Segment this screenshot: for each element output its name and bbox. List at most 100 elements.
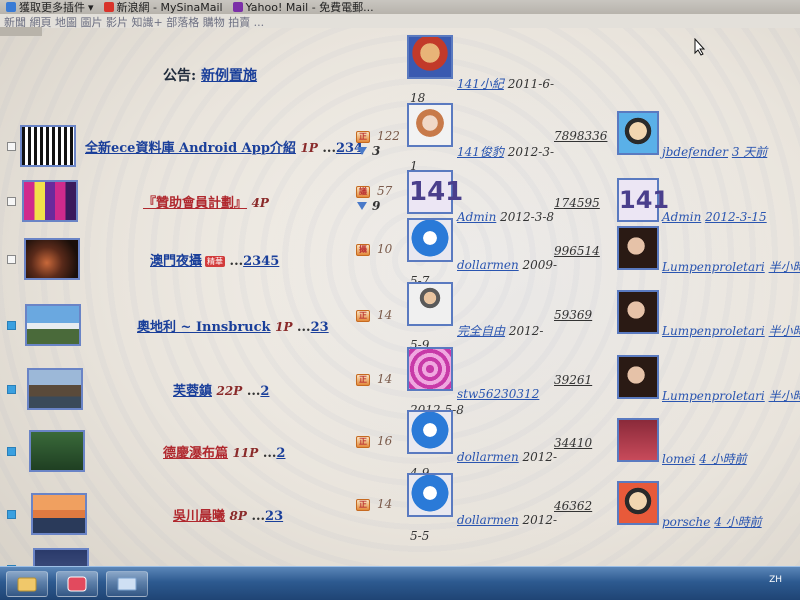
author-link[interactable]: dollarmen <box>457 450 519 464</box>
last-poster-link[interactable]: Lumpenproletari <box>662 389 765 403</box>
reply-view-stats: 7898336 <box>554 129 607 143</box>
row-checkbox[interactable] <box>7 510 16 519</box>
last-post-time[interactable]: 半小時前 <box>769 324 800 338</box>
bookmark-get-addons[interactable]: 獲取更多插件 ▾ <box>6 0 94 15</box>
thread-type-icon: 正 <box>356 310 370 322</box>
author-link[interactable]: dollarmen <box>457 513 519 527</box>
last-poster-avatar[interactable] <box>617 418 659 462</box>
page-links[interactable]: 2 <box>260 384 269 399</box>
last-poster-avatar[interactable] <box>617 481 659 525</box>
thread-title: 奧地利 ~ Innsbruck 1P ...23 <box>137 316 329 335</box>
reply-count: 996514 <box>554 244 600 258</box>
thread-thumbnail[interactable] <box>25 304 82 346</box>
bookmark-yahoo-mail[interactable]: Yahoo! Mail - 免費電郵... <box>232 0 374 15</box>
thread-title: 德慶瀑布篇 11P ...2 <box>163 442 285 461</box>
thread-title-link[interactable]: 澳門夜攝 <box>150 254 202 269</box>
last-poster-avatar[interactable] <box>617 355 659 399</box>
thread-thumbnail[interactable] <box>20 125 76 167</box>
thread-type-icon: 議 <box>356 186 370 198</box>
last-poster-link[interactable]: jbdefender <box>662 145 728 159</box>
reply-view-stats: 46362 <box>554 499 592 513</box>
reply-count: 174595 <box>554 196 600 210</box>
author-link[interactable]: Admin <box>457 210 496 224</box>
search-nav-strip[interactable]: 新聞 網頁 地圖 圖片 影片 知識+ 部落格 購物 拍賣 ... <box>0 14 800 28</box>
page-count: 4P <box>251 196 269 210</box>
author-link[interactable]: dollarmen <box>457 258 519 272</box>
row-checkbox[interactable] <box>7 255 16 264</box>
author-meta: 141小紀 2011-6- <box>457 75 554 92</box>
last-poster-link[interactable]: Admin <box>662 210 701 224</box>
thread-thumbnail[interactable] <box>29 430 85 472</box>
taskbar-language[interactable]: ZH <box>769 575 782 585</box>
last-poster-avatar[interactable] <box>617 226 659 270</box>
row-checkbox[interactable] <box>7 197 16 206</box>
taskbar-window-button[interactable] <box>106 571 148 597</box>
last-poster-avatar[interactable]: 141 <box>617 178 669 222</box>
thread-title: 全新ece資料庫 Android App介紹 1P ...234 <box>85 137 363 156</box>
thread-title-link[interactable]: 德慶瀑布篇 <box>163 446 228 461</box>
thread-title-link[interactable]: 全新ece資料庫 Android App介紹 <box>85 141 296 156</box>
row-checkbox[interactable] <box>7 447 16 456</box>
thread-type-icon: 正 <box>356 499 370 511</box>
view-count: 10 <box>377 242 393 256</box>
thread-type-icon: 正 <box>356 374 370 386</box>
page-links[interactable]: 2345 <box>243 254 279 269</box>
last-poster-link[interactable]: Lumpenproletari <box>662 324 765 338</box>
last-post-time[interactable]: 半小時前 <box>769 389 800 403</box>
thread-thumbnail[interactable] <box>23 238 80 280</box>
page-links[interactable]: 2 <box>276 446 285 461</box>
page-ellipsis: ... <box>322 141 336 156</box>
author-meta: stw56230312 <box>457 387 539 401</box>
page-ellipsis: ... <box>251 509 266 524</box>
author-avatar[interactable] <box>407 473 453 517</box>
thread-title-link[interactable]: 『贊助會員計劃』 <box>143 196 247 211</box>
thread-thumbnail[interactable] <box>21 180 78 222</box>
page-ellipsis: ... <box>297 320 311 335</box>
author-avatar[interactable] <box>407 282 453 326</box>
last-post-meta: Lumpenproletari 半小時前 <box>662 322 800 339</box>
bookmark-sina-mail[interactable]: 新浪網 - MySinaMail <box>103 0 223 15</box>
thread-title-link[interactable]: 吳川晨曦 <box>173 509 225 524</box>
announcement-link[interactable]: 新例置施 <box>201 68 257 84</box>
view-count: 14 <box>377 372 393 386</box>
post-date: 2012- <box>508 324 544 338</box>
thread-title-link[interactable]: 芙蓉鎮 <box>173 384 212 399</box>
author-avatar[interactable] <box>407 410 453 454</box>
author-link[interactable]: stw56230312 <box>457 387 539 401</box>
last-post-time[interactable]: 2012-3-15 <box>705 210 767 224</box>
post-date-continued: 5-5 <box>410 529 430 543</box>
last-poster-link[interactable]: Lumpenproletari <box>662 260 765 274</box>
last-post-time[interactable]: 4 小時前 <box>699 452 746 466</box>
taskbar-explorer-button[interactable] <box>6 571 48 597</box>
last-poster-avatar[interactable] <box>617 111 659 155</box>
author-link[interactable]: 141俊豹 <box>457 145 504 159</box>
thread-type-icon: 攝 <box>356 244 370 256</box>
post-date: 2012-3-8 <box>500 210 555 224</box>
page-links[interactable]: 23 <box>311 320 329 335</box>
row-checkbox[interactable] <box>7 321 16 330</box>
last-poster-avatar[interactable] <box>617 290 659 334</box>
author-link[interactable]: 完全自由 <box>457 324 505 338</box>
taskbar-app-button[interactable] <box>56 571 98 597</box>
last-post-time[interactable]: 半小時前 <box>769 260 800 274</box>
thread-title-link[interactable]: 奧地利 ~ Innsbruck <box>137 320 271 335</box>
last-poster-link[interactable]: porsche <box>662 515 710 529</box>
thread-thumbnail[interactable] <box>30 493 87 535</box>
reply-view-stats: 996514 <box>554 244 600 258</box>
page-links[interactable]: 23 <box>265 509 283 524</box>
row-checkbox[interactable] <box>7 385 16 394</box>
last-post-time[interactable]: 3 天前 <box>732 145 767 159</box>
author-avatar[interactable] <box>407 218 453 262</box>
author-avatar[interactable] <box>407 103 453 147</box>
thread-thumbnail[interactable] <box>27 368 84 410</box>
last-post-time[interactable]: 4 小時前 <box>714 515 761 529</box>
author-avatar[interactable]: 141 <box>407 170 463 214</box>
author-link[interactable]: 141小紀 <box>457 77 504 91</box>
row-checkbox[interactable] <box>7 142 16 151</box>
author-avatar[interactable] <box>407 35 453 79</box>
yahoo-icon <box>232 2 243 12</box>
author-avatar[interactable] <box>407 347 453 391</box>
reply-count: 39261 <box>554 373 593 387</box>
last-poster-link[interactable]: lomei <box>662 452 695 466</box>
bookmarks-bar: 獲取更多插件 ▾ 新浪網 - MySinaMail Yahoo! Mail - 免… <box>0 0 800 14</box>
